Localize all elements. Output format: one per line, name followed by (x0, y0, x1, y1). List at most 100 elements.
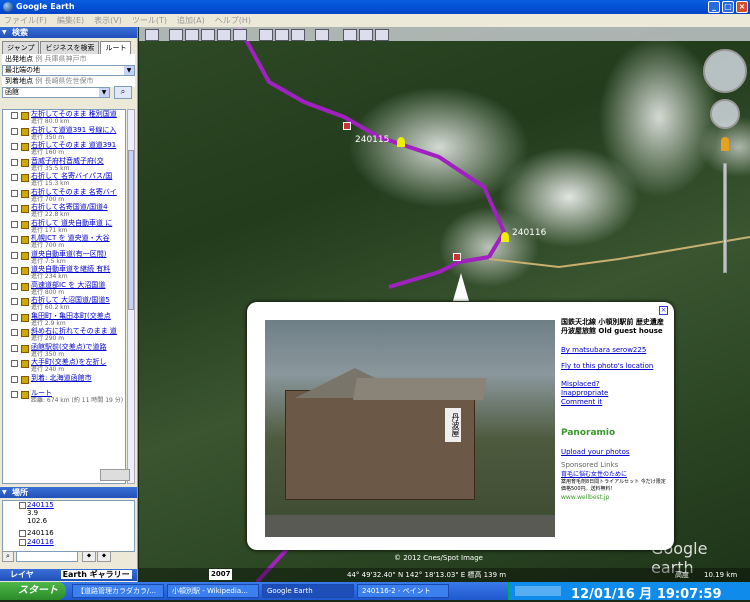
route-step[interactable]: 右折してそのまま 道道391 進行 160 m (3, 141, 125, 157)
tab-directions[interactable]: ルート (100, 41, 132, 54)
to-field[interactable]: 函館 ▼ (2, 87, 110, 98)
route-step[interactable]: 到着: 北海道函館市 (3, 374, 125, 390)
route-step[interactable]: 左折してそのまま 稚別国道 進行 80.0 km (3, 110, 125, 126)
checkbox[interactable] (11, 158, 18, 166)
step-text[interactable]: 左折してそのまま 稚別国道 (31, 110, 125, 118)
checkbox[interactable] (11, 375, 18, 383)
place-label[interactable]: 240116 (27, 538, 54, 546)
task-button[interactable]: 240116-2 - ペイント (357, 584, 449, 598)
step-text[interactable]: 札幌JCT を 道央道・大谷 (31, 234, 125, 242)
checkbox[interactable] (19, 539, 26, 546)
earth-gallery-button[interactable]: Earth ギャラリー (60, 570, 132, 579)
step-text[interactable]: 函館駅前(交差点)で道路 (31, 343, 125, 351)
pan-control-icon[interactable] (710, 99, 740, 129)
checkbox[interactable] (11, 143, 18, 150)
overlay-icon[interactable] (217, 29, 231, 41)
route-step[interactable]: ルート 距離: 674 km (約 11 時間 19 分) (3, 389, 125, 405)
places-search-input[interactable] (16, 551, 78, 562)
layers-label[interactable]: レイヤ (10, 570, 34, 579)
route-step[interactable]: 高速道部IC を 大沼国道 進行 800 m (3, 281, 125, 297)
menu-help[interactable]: ヘルプ(H) (215, 16, 251, 25)
minimize-button[interactable]: _ (708, 1, 720, 13)
route-step[interactable]: 音威子府村音威子府(交 進行 35.5 km (3, 157, 125, 173)
scrollbar[interactable] (127, 109, 135, 484)
step-text[interactable]: 右折して道道391 号線に入 (31, 126, 125, 134)
step-text[interactable]: 亀田町・亀田本町(交差点 (31, 312, 125, 320)
checkbox[interactable] (11, 236, 18, 243)
checkbox[interactable] (11, 251, 18, 259)
menu-add[interactable]: 追加(A) (177, 16, 205, 25)
checkbox[interactable] (19, 530, 26, 537)
step-text[interactable]: 右折して 道央自動車道 に (31, 219, 125, 227)
polygon-icon[interactable] (185, 29, 199, 41)
route-toolbar-button[interactable] (100, 469, 130, 481)
step-text[interactable]: 道央自動車道を継続 有料 (31, 265, 125, 273)
start-button[interactable]: スタート (0, 582, 66, 600)
route-step[interactable]: 札幌JCT を 道央道・大谷 進行 700 m (3, 234, 125, 250)
path-icon[interactable] (201, 29, 215, 41)
maximize-button[interactable]: □ (722, 1, 734, 13)
step-text[interactable]: 道央自動車道(有一区間) (31, 250, 125, 258)
tray-icons[interactable] (515, 586, 561, 596)
from-field[interactable]: 最北端の地 ▼ (2, 65, 135, 76)
route-step[interactable]: 大手町(交差点)を左折し 進行 240 m (3, 358, 125, 374)
route-step[interactable]: 右折して道道391 号線に入 進行 350 m (3, 126, 125, 142)
author-link[interactable]: By matsubara serow225 (561, 346, 667, 355)
pushpin-icon[interactable] (501, 232, 509, 242)
checkbox[interactable] (11, 282, 18, 290)
ad-url[interactable]: www.wellbest.jp (561, 493, 667, 502)
route-step[interactable]: 道央自動車道を継続 有料 進行 234 km (3, 265, 125, 281)
route-step[interactable]: 右折して 道央自動車道 に進行 171 km (3, 219, 125, 235)
chevron-down-icon[interactable]: ▼ (124, 66, 134, 75)
list-item[interactable]: 240116 (3, 538, 134, 547)
step-text[interactable]: 右折して 大沼国道/国道5 (31, 296, 125, 304)
tab-business[interactable]: ビジネスを検索 (40, 41, 100, 54)
checkbox[interactable] (11, 174, 18, 181)
checkbox[interactable] (11, 298, 18, 305)
route-step[interactable]: 右折して 大沼国道/国道5 進行 60.2 km (3, 296, 125, 312)
placemark-label[interactable]: 240116 (512, 228, 546, 238)
step-text[interactable]: ルート (31, 389, 125, 397)
pushpin-icon[interactable] (397, 137, 405, 147)
step-text[interactable]: 到着: 北海道函館市 (31, 374, 125, 382)
place-label[interactable]: 240116 (27, 529, 54, 537)
checkbox[interactable] (11, 329, 18, 336)
prev-button[interactable]: ⬥ (97, 551, 111, 562)
google-maps-icon[interactable] (375, 29, 389, 41)
close-button[interactable]: × (736, 1, 748, 13)
step-text[interactable]: 音威子府村音威子府(交 (31, 157, 125, 165)
checkbox[interactable] (11, 205, 18, 212)
zoom-slider[interactable] (723, 163, 727, 273)
checkbox[interactable] (11, 220, 18, 228)
photo-marker-icon[interactable] (453, 253, 461, 261)
search-icon[interactable]: ⌕ (2, 551, 14, 562)
list-item[interactable]: 240115 3.9 102.6 (3, 501, 134, 529)
step-text[interactable]: 右折して 名寄バイパス/国 (31, 172, 125, 180)
tour-icon[interactable] (233, 29, 247, 41)
historical-imagery-icon[interactable] (259, 29, 273, 41)
task-button[interactable]: Google Earth (262, 584, 354, 598)
next-button[interactable]: ⬥ (82, 551, 96, 562)
checkbox[interactable] (11, 360, 18, 367)
checkbox[interactable] (19, 502, 26, 509)
inappropriate-link[interactable]: Inappropriate (561, 389, 667, 398)
step-text[interactable]: 右折して名寄国道/国道4 (31, 203, 125, 211)
menu-file[interactable]: ファイル(F) (4, 16, 47, 25)
checkbox[interactable] (11, 313, 18, 321)
ad-title[interactable]: 育毛に悩む女性のために (561, 470, 667, 479)
menu-tools[interactable]: ツール(T) (132, 16, 167, 25)
chevron-down-icon[interactable]: ▼ (99, 88, 109, 97)
photo-image[interactable]: 丹波屋 (265, 320, 555, 537)
menu-edit[interactable]: 編集(E) (57, 16, 84, 25)
place-label[interactable]: 240115 (27, 501, 54, 509)
print-icon[interactable] (359, 29, 373, 41)
panoramio-logo[interactable]: Panoramio (561, 429, 667, 438)
tab-fly-to[interactable]: ジャンプ (2, 41, 40, 54)
pegman-icon[interactable] (721, 137, 729, 151)
pin-icon[interactable] (343, 122, 351, 130)
placemark-icon[interactable] (169, 29, 183, 41)
places-header[interactable]: 場所 (0, 487, 137, 498)
ruler-icon[interactable] (315, 29, 329, 41)
close-icon[interactable]: × (659, 306, 668, 315)
route-step[interactable]: 道央自動車道(有一区間) 進行 7.5 km (3, 250, 125, 266)
